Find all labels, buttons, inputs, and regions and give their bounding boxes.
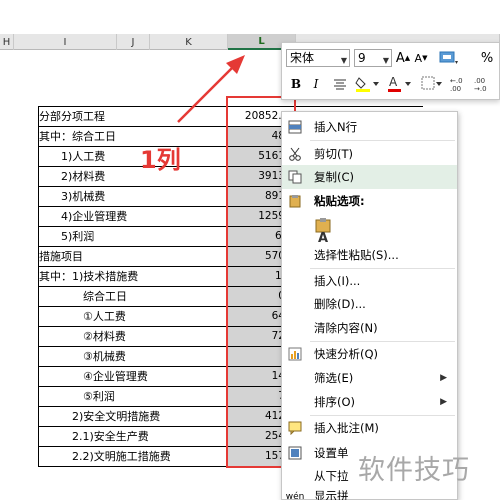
- menu-item-label: 排序(O): [314, 395, 356, 409]
- menu-separator: [310, 140, 455, 141]
- chevron-down-icon: ▼: [340, 56, 347, 65]
- quick-analysis-icon: [287, 346, 303, 362]
- item-name-cell[interactable]: ①人工费: [38, 306, 228, 326]
- decrease-decimal-icon[interactable]: .00 →.0: [474, 75, 496, 93]
- paste-icon: [287, 193, 303, 209]
- menu-item-insert[interactable]: 插入(I)...: [282, 269, 457, 293]
- paste-values-icon: A: [314, 217, 336, 246]
- bold-label: B: [290, 77, 302, 91]
- item-name-cell[interactable]: 5)利润: [38, 226, 228, 246]
- item-name-cell[interactable]: 综合工日: [38, 286, 228, 306]
- font-name-dropdown[interactable]: 宋体 ▼: [286, 49, 350, 67]
- menu-item-quick-analysis[interactable]: 快速分析(Q): [282, 342, 457, 366]
- font-size-dropdown[interactable]: 9 ▼: [354, 49, 392, 67]
- column-header-j[interactable]: J: [117, 34, 150, 50]
- item-name-cell[interactable]: ③机械费: [38, 346, 228, 366]
- font-name-value: 宋体: [290, 51, 315, 65]
- menu-item-label: 从下拉: [314, 469, 349, 483]
- font-color-letter: A: [389, 75, 398, 89]
- item-name-cell[interactable]: 2)安全文明措施费: [38, 406, 228, 426]
- menu-item-label: 插入N行: [314, 120, 358, 134]
- percent-label: %: [480, 50, 494, 66]
- menu-item-label: 插入批注(M): [314, 421, 379, 435]
- menu-item-insert-n-rows[interactable]: 插入N行: [282, 115, 457, 139]
- item-name-cell[interactable]: 3)机械费: [38, 186, 228, 206]
- item-name-cell[interactable]: 2)材料费: [38, 166, 228, 186]
- percent-style-button[interactable]: %: [478, 49, 496, 67]
- column-annotation-note: 1列: [140, 146, 181, 174]
- insert-rows-icon: [287, 119, 303, 135]
- menu-item-clear-contents[interactable]: 清除内容(N): [282, 316, 457, 340]
- item-name-cell[interactable]: 其中：1)技术措施费: [38, 266, 228, 286]
- item-name-cell[interactable]: 2.1)安全生产费: [38, 426, 228, 446]
- item-name-cell[interactable]: 1)人工费: [38, 146, 228, 166]
- column-header-h[interactable]: H: [0, 34, 14, 50]
- column-label: H: [2, 36, 11, 48]
- svg-text:.00: .00: [450, 85, 461, 92]
- chevron-down-icon: ▼: [382, 56, 389, 65]
- item-name-cell[interactable]: ②材料费: [38, 326, 228, 346]
- svg-text:→.0: →.0: [474, 85, 487, 92]
- menu-item-show-phonetic[interactable]: wén 显示拼: [282, 487, 457, 500]
- menu-item-paste-options: 粘贴选项:: [282, 189, 457, 213]
- menu-item-label: 筛选(E): [314, 371, 354, 385]
- item-name-cell[interactable]: ⑤利润: [38, 386, 228, 406]
- font-size-value: 9: [358, 51, 366, 65]
- align-center-icon[interactable]: [332, 75, 348, 93]
- phonetic-icon: wén: [285, 492, 305, 500]
- item-name-cell[interactable]: 措施项目: [38, 246, 228, 266]
- menu-item-label: 复制(C): [314, 170, 355, 184]
- scissors-icon: [287, 146, 303, 162]
- column-header-i[interactable]: I: [14, 34, 117, 50]
- menu-item-paste-special[interactable]: 选择性粘贴(S)...: [282, 243, 457, 267]
- italic-button[interactable]: I: [308, 75, 324, 93]
- comment-icon: [287, 420, 303, 436]
- decrease-font-icon[interactable]: A ▼: [414, 49, 428, 67]
- fill-color-icon[interactable]: [354, 74, 382, 92]
- column-label: L: [258, 35, 265, 47]
- menu-item-sort[interactable]: 排序(O) ▶: [282, 390, 457, 414]
- menu-item-cut[interactable]: 剪切(T): [282, 142, 457, 166]
- column-label: K: [185, 36, 192, 48]
- table-border-line: [297, 106, 423, 107]
- svg-text:←.0: ←.0: [450, 77, 463, 85]
- menu-item-label: 清除内容(N): [314, 321, 378, 335]
- mini-format-toolbar: 宋体 ▼ 9 ▼ A ▲ A ▼ % B I A ←.0.00 .00 →.0: [281, 42, 500, 100]
- italic-label: I: [313, 77, 319, 91]
- column-label: J: [131, 36, 135, 48]
- svg-text:A: A: [318, 231, 328, 243]
- menu-item-label: 插入(I)...: [314, 274, 361, 288]
- item-name-cell[interactable]: ④企业管理费: [38, 366, 228, 386]
- copy-icon: [287, 169, 303, 185]
- menu-item-insert-comment[interactable]: 插入批注(M): [282, 416, 457, 440]
- menu-item-delete[interactable]: 删除(D)...: [282, 292, 457, 316]
- menu-item-label: 剪切(T): [314, 147, 353, 161]
- menu-item-filter[interactable]: 筛选(E) ▶: [282, 366, 457, 390]
- format-cells-icon: [287, 445, 303, 461]
- menu-item-label: 删除(D)...: [314, 297, 366, 311]
- chevron-right-icon: ▶: [440, 373, 447, 383]
- menu-item-copy[interactable]: 复制(C): [282, 165, 457, 189]
- borders-icon[interactable]: [420, 74, 444, 92]
- context-menu: 插入N行 剪切(T) 复制(C) 粘贴选项: A 选择性粘贴(S)... 插入(…: [281, 111, 458, 500]
- bold-button[interactable]: B: [288, 75, 304, 93]
- menu-item-label: 设置单: [314, 446, 349, 460]
- menu-item-label: 粘贴选项:: [314, 194, 365, 208]
- menu-item-label: 显示拼: [314, 489, 349, 500]
- paste-option-values-button[interactable]: A: [282, 213, 457, 247]
- watermark-text: 软件技巧: [358, 455, 470, 486]
- accounting-format-icon[interactable]: [438, 48, 460, 66]
- item-name-cell[interactable]: 4)企业管理费: [38, 206, 228, 226]
- red-arrow-icon: [177, 55, 245, 123]
- increase-font-icon[interactable]: A ▲: [396, 49, 410, 67]
- font-color-icon[interactable]: A: [386, 74, 414, 92]
- svg-text:.00: .00: [474, 77, 485, 85]
- item-name-cell[interactable]: 2.2)文明施工措施费: [38, 446, 228, 467]
- chevron-right-icon: ▶: [440, 397, 447, 407]
- menu-item-label: 快速分析(Q): [314, 347, 379, 361]
- menu-item-label: 选择性粘贴(S)...: [314, 248, 399, 262]
- column-label: I: [63, 36, 67, 48]
- increase-decimal-icon[interactable]: ←.0.00: [450, 75, 470, 93]
